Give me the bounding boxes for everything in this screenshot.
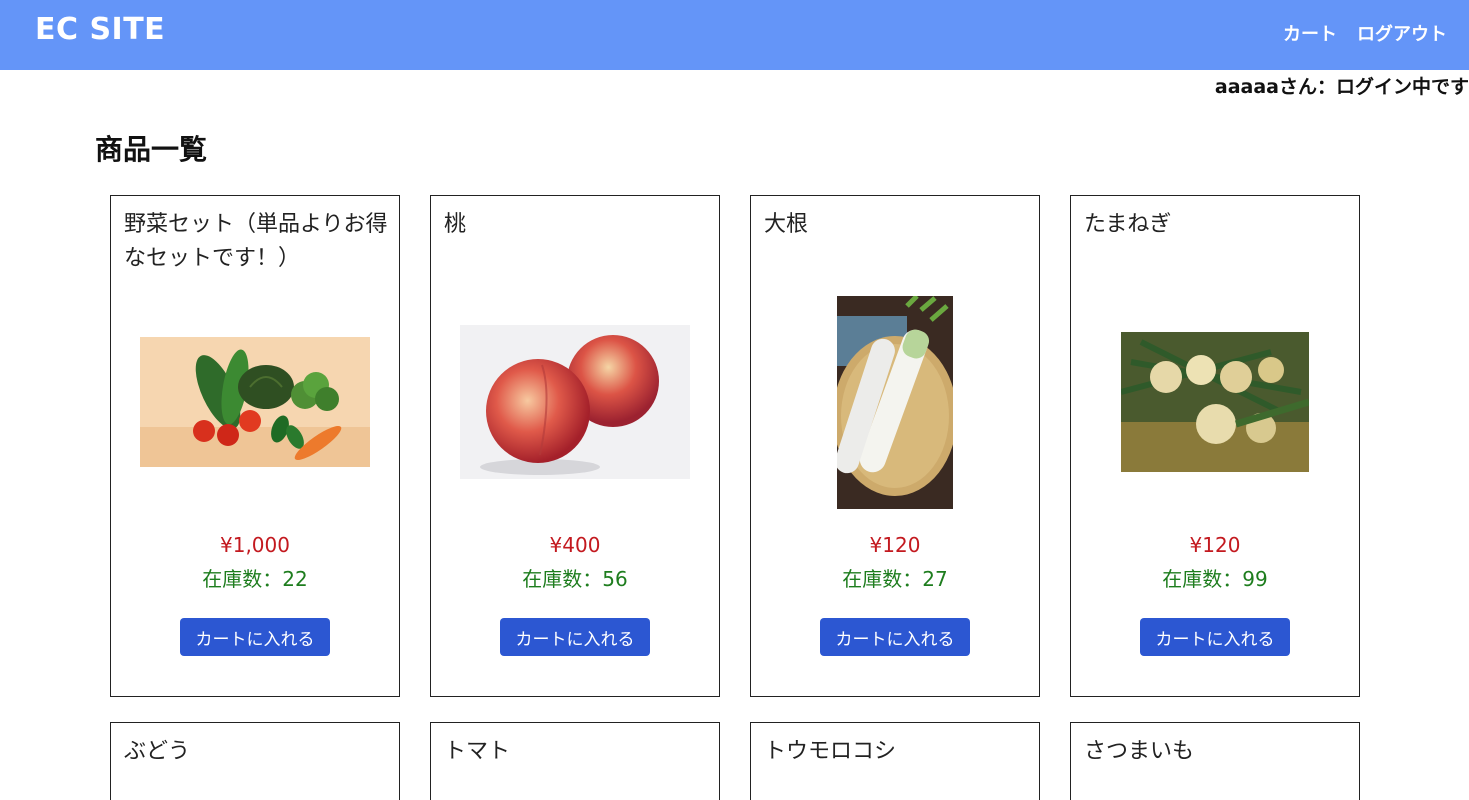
page-title: 商品一覧 (95, 133, 208, 166)
nav-logout-link[interactable]: ログアウト (1357, 20, 1447, 46)
product-name: トウモロコシ (764, 739, 897, 764)
add-to-cart-button[interactable]: カートに入れる (820, 618, 970, 656)
product-name: 大根 (764, 212, 809, 237)
product-card: 野菜セット（単品よりお得なセットです！） ¥1,000 在庫数：22 カートに入… (110, 195, 400, 697)
product-name: 野菜セット（単品よりお得なセットです！） (124, 212, 388, 271)
site-logo[interactable]: EC SITE (35, 12, 165, 47)
product-card: 大根 ¥120 在庫数：27 カートに入れる (750, 195, 1040, 697)
product-image (1071, 296, 1359, 508)
login-status: aaaaaさん：ログイン中です (1214, 76, 1469, 98)
product-card: たまねぎ ¥120 在庫数：99 カートに入れる (1070, 195, 1360, 697)
product-card: トマト (430, 722, 720, 800)
product-name: ぶどう (124, 739, 191, 764)
product-name: さつまいも (1084, 739, 1195, 764)
add-to-cart-button[interactable]: カートに入れる (1140, 618, 1290, 656)
product-card: トウモロコシ (750, 722, 1040, 800)
product-name: 桃 (444, 212, 467, 237)
product-image (111, 296, 399, 508)
product-price: ¥120 (1189, 533, 1241, 557)
product-stock: 在庫数：27 (842, 567, 948, 591)
product-name: たまねぎ (1084, 212, 1172, 237)
vegetable-set-photo (140, 337, 370, 467)
peach-photo (460, 325, 690, 479)
site-header: EC SITE カート ログアウト (0, 0, 1469, 70)
product-stock: 在庫数：56 (522, 567, 628, 591)
product-price: ¥400 (549, 533, 601, 557)
product-stock: 在庫数：99 (1162, 567, 1268, 591)
product-image (431, 296, 719, 508)
nav-cart-link[interactable]: カート (1283, 20, 1337, 46)
product-card: さつまいも (1070, 722, 1360, 800)
add-to-cart-button[interactable]: カートに入れる (180, 618, 330, 656)
product-card: 桃 ¥400 在庫数：56 カートに入れる (430, 195, 720, 697)
product-image (751, 295, 1039, 509)
onion-photo (1121, 332, 1309, 472)
product-stock: 在庫数：22 (202, 567, 308, 591)
product-price: ¥1,000 (220, 533, 290, 557)
add-to-cart-button[interactable]: カートに入れる (500, 618, 650, 656)
header-nav: カート ログアウト (1283, 20, 1447, 46)
daikon-photo (837, 295, 953, 509)
product-card: ぶどう (110, 722, 400, 800)
product-name: トマト (444, 739, 511, 764)
product-price: ¥120 (869, 533, 921, 557)
